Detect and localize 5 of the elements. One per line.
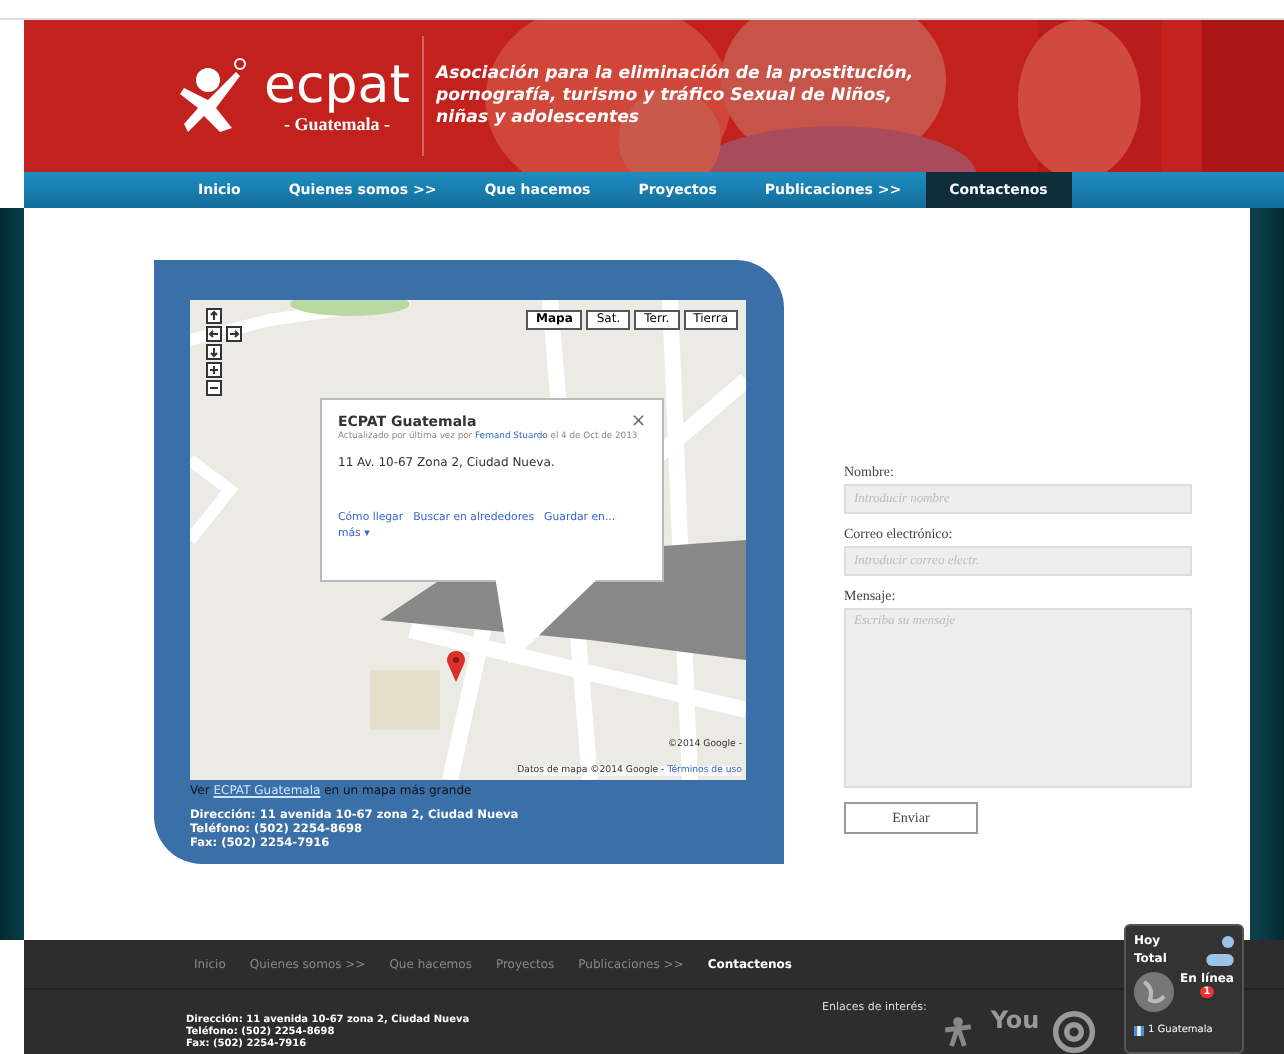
tagline: Asociación para la eliminación de la prostitución, pornografía, turismo y tráfico Sexual de Niños, niñas y adolescentes	[436, 63, 916, 129]
logo-wordmark: ecpat	[264, 58, 410, 114]
close-button[interactable]: ×	[630, 414, 646, 430]
logo-subtitle: - Guatemala -	[283, 114, 390, 134]
youtube-link[interactable]: You	[990, 1006, 1040, 1034]
